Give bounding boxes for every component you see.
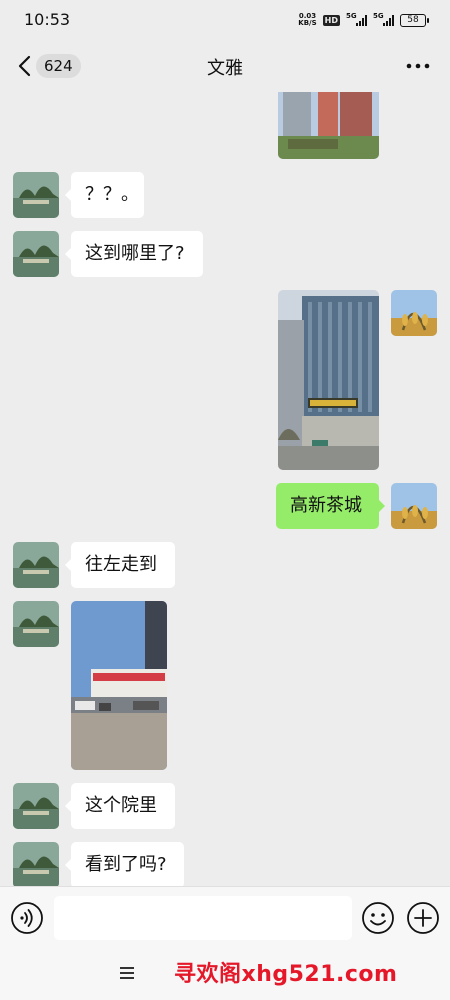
message-image-partial[interactable] xyxy=(278,92,379,159)
signal-icon-sim2: 5G xyxy=(373,12,394,26)
signal-icon-sim1: 5G xyxy=(346,12,367,26)
message-bubble-incoming[interactable]: 看到了吗? xyxy=(65,842,184,886)
input-bar xyxy=(0,886,450,948)
message-input[interactable] xyxy=(54,896,352,940)
emoji-icon[interactable] xyxy=(361,901,395,935)
contact-avatar[interactable] xyxy=(13,783,59,829)
back-arrow-icon[interactable] xyxy=(14,52,38,80)
status-time: 10:53 xyxy=(24,10,71,29)
my-avatar[interactable] xyxy=(391,290,437,336)
message-bubble-incoming[interactable]: 往左走到 xyxy=(65,542,175,588)
contact-avatar[interactable] xyxy=(13,842,59,886)
watermark-text: 寻欢阁xhg521.com xyxy=(174,962,398,987)
message-list[interactable]: ？？。 这到哪里了? 高新茶城 往左走到 这个院里 看到了吗? xyxy=(0,92,450,886)
voice-icon[interactable] xyxy=(10,901,44,935)
system-nav-bar: 寻欢阁xhg521.com xyxy=(0,948,450,1000)
message-image-incoming[interactable] xyxy=(71,601,167,770)
contact-avatar[interactable] xyxy=(13,542,59,588)
message-bubble-outgoing[interactable]: 高新茶城 xyxy=(276,483,385,529)
battery-icon: 58 xyxy=(400,13,429,27)
message-bubble-incoming[interactable]: ？？。 xyxy=(65,172,144,218)
my-avatar[interactable] xyxy=(391,483,437,529)
message-image-outgoing[interactable] xyxy=(278,290,379,470)
message-bubble-incoming[interactable]: 这个院里 xyxy=(65,783,175,829)
message-bubble-incoming[interactable]: 这到哪里了? xyxy=(65,231,203,277)
more-dots-icon[interactable] xyxy=(404,56,432,76)
network-speed: 0.03 KB/S xyxy=(298,12,317,27)
hd-badge: HD xyxy=(322,14,340,26)
status-icons: 0.03 KB/S HD 5G 5G 58 xyxy=(298,11,429,29)
contact-avatar[interactable] xyxy=(13,172,59,218)
unread-count-badge[interactable]: 624 xyxy=(36,54,81,78)
plus-icon[interactable] xyxy=(406,901,440,935)
menu-icon[interactable] xyxy=(116,962,138,984)
contact-avatar[interactable] xyxy=(13,601,59,647)
chat-header: 624 文雅 xyxy=(0,40,450,92)
contact-avatar[interactable] xyxy=(13,231,59,277)
status-bar: 10:53 0.03 KB/S HD 5G 5G 58 xyxy=(0,0,450,40)
